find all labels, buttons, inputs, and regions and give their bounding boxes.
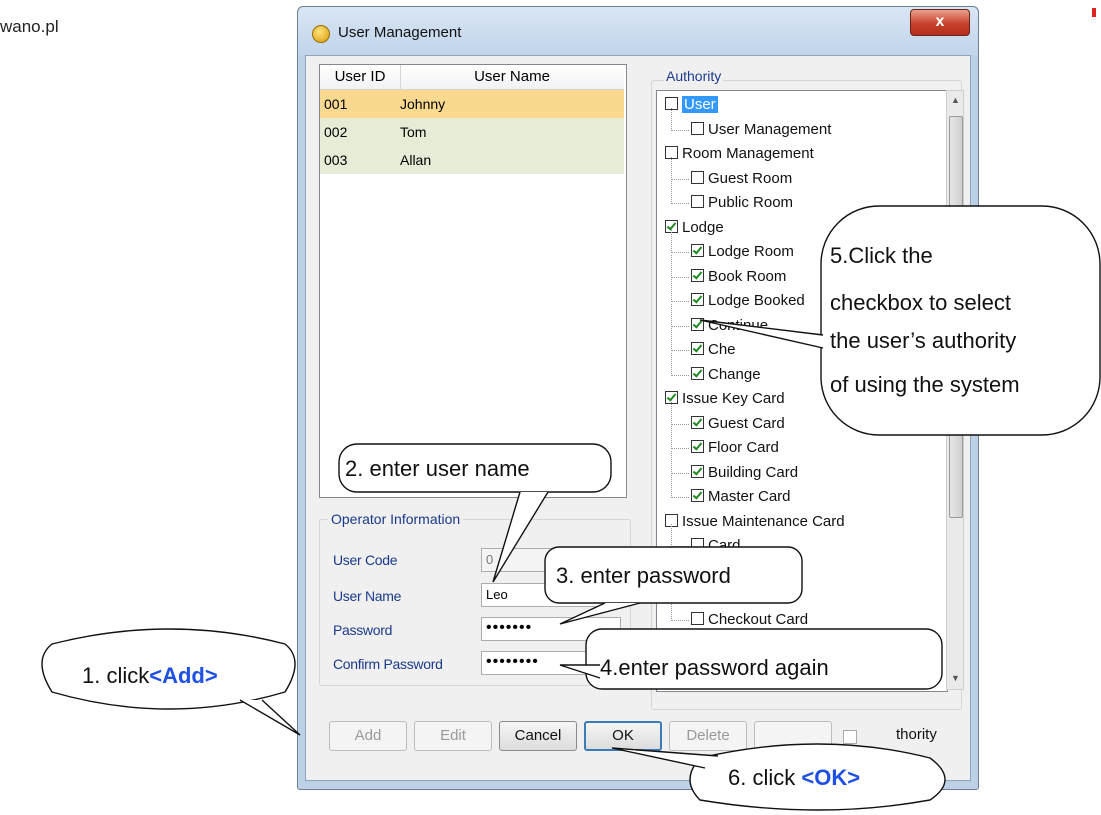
callout-1-highlight: <Add> [149, 663, 218, 688]
callout-5-line1: 5.Click the [830, 243, 933, 268]
callout-4-tail [559, 664, 601, 679]
callout-5-tail [699, 319, 824, 349]
callout-5-bubble [820, 205, 1101, 436]
callout-6-text: 6. click <OK> [728, 765, 861, 790]
callout-6-highlight: <OK> [801, 765, 861, 790]
callout-3-tail [559, 602, 641, 625]
callout-2-tail [492, 491, 549, 583]
callout-5-line4: of using the system [830, 372, 1020, 397]
callout-5-line3: the user’s authority [830, 328, 1017, 353]
callout-4-text: 4.enter password again [600, 655, 829, 680]
callout-2-text: 2. enter user name [345, 456, 530, 481]
callout-3-text: 3. enter password [556, 563, 731, 588]
callout-1-text: 1. click<Add> [82, 663, 218, 688]
callout-layer [41, 205, 1101, 811]
callout-1-tail [239, 699, 301, 736]
callout-6-tail [611, 747, 719, 769]
callout-5-line2: checkbox to select [830, 290, 1011, 315]
